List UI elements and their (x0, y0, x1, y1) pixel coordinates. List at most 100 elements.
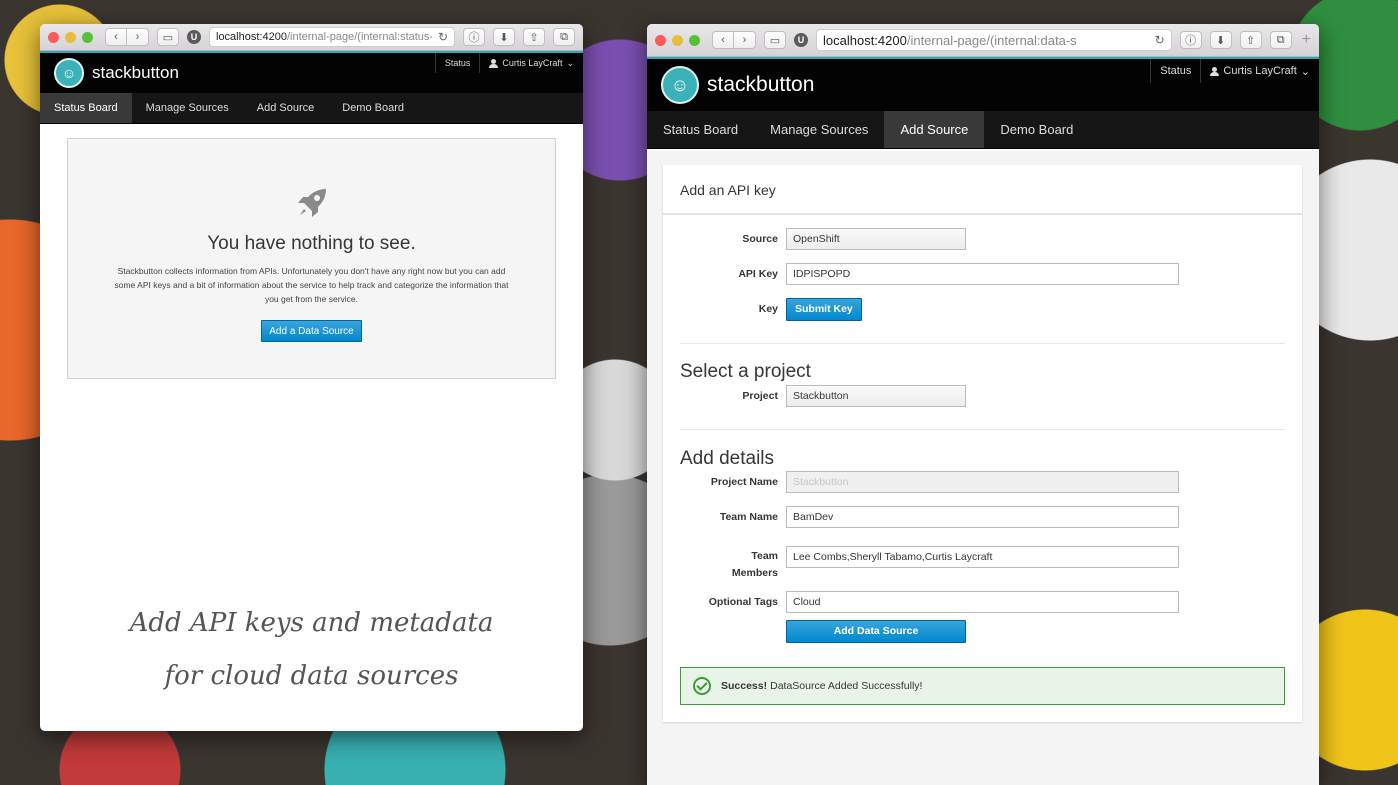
chevron-down-icon: ⌄ (566, 57, 574, 68)
project-label: Project (742, 390, 778, 402)
alert-text: Success! DataSource Added Successfully! (721, 680, 922, 692)
project-name-row: Project Name Stackbutton (663, 471, 1302, 493)
close-window-button[interactable] (655, 34, 666, 46)
url-path: /internal-page/(internal:status- (286, 31, 432, 43)
address-bar[interactable]: localhost:4200/internal-page/(internal:s… (209, 27, 455, 47)
share-icon[interactable]: ⇧ (523, 28, 545, 46)
divider (680, 429, 1285, 430)
sidebar-toggle-icon[interactable]: ▭ (764, 31, 786, 49)
submit-key-button[interactable]: Submit Key (786, 297, 862, 321)
add-data-source-submit-button[interactable]: Add Data Source (786, 619, 966, 643)
share-icon[interactable]: ⇧ (1239, 31, 1262, 49)
caption-line-2: for cloud data sources (164, 661, 459, 691)
add-details-heading: Add details (680, 448, 775, 469)
success-alert: Success! DataSource Added Successfully! (680, 667, 1285, 705)
url-host: localhost:4200 (823, 32, 907, 48)
alert-strong: Success! (721, 680, 768, 692)
team-members-label: Team Members (663, 546, 778, 582)
sidebar-toggle-icon[interactable]: ▭ (157, 28, 179, 46)
brand[interactable]: ☺ stackbutton (647, 59, 814, 111)
new-tab-icon[interactable]: + (1302, 31, 1311, 49)
status-link[interactable]: Status (434, 53, 480, 73)
team-name-label: Team Name (719, 511, 778, 523)
main-nav: Status Board Manage Sources Add Source D… (40, 93, 583, 124)
main-content: Add an API key Source OpenShift API Key … (647, 151, 1319, 785)
nav-add-source[interactable]: Add Source (884, 111, 985, 148)
stackbutton-logo: ☺ (54, 58, 84, 88)
alert-message: DataSource Added Successfully! (770, 680, 923, 692)
brand-name: stackbutton (92, 63, 179, 82)
rocket-icon (297, 189, 326, 217)
tags-row: Optional Tags Cloud (663, 591, 1302, 613)
url-host: localhost:4200 (216, 31, 287, 43)
api-key-input[interactable]: IDPISPOPD (786, 263, 1179, 285)
project-name-input: Stackbutton (786, 471, 1179, 493)
extension-icon[interactable]: U (794, 33, 808, 47)
url-path: /internal-page/(internal:data-s (906, 32, 1077, 48)
nav-demo-board[interactable]: Demo Board (984, 111, 1089, 148)
empty-state-description: Stackbutton collects information from AP… (114, 266, 509, 304)
project-select[interactable]: Stackbutton (786, 385, 966, 407)
project-name-label: Project Name (710, 476, 778, 488)
tabs-icon[interactable]: ⧉ (553, 28, 575, 46)
user-menu[interactable]: Curtis LayCraft ⌄ (479, 53, 583, 73)
info-icon[interactable]: ⓘ (1179, 31, 1202, 49)
caption-line-1: Add API keys and metadata (129, 608, 494, 638)
browser-window-left: ‹ › ▭ U localhost:4200/internal-page/(in… (40, 24, 583, 731)
user-name: Curtis LayCraft (1223, 65, 1297, 77)
user-name: Curtis LayCraft (502, 58, 563, 68)
nav-manage-sources[interactable]: Manage Sources (754, 111, 884, 148)
browser-window-right: ‹ › ▭ U localhost:4200/internal-page/(in… (647, 24, 1319, 785)
nav-status-board[interactable]: Status Board (40, 93, 132, 123)
divider (680, 343, 1285, 344)
minimize-window-button[interactable] (672, 34, 683, 46)
browser-toolbar: ‹ › ▭ U localhost:4200/internal-page/(in… (40, 24, 583, 51)
add-data-source-button[interactable]: Add a Data Source (261, 320, 362, 342)
info-icon[interactable]: ⓘ (463, 28, 485, 46)
check-circle-icon (693, 677, 711, 695)
tabs-icon[interactable]: ⧉ (1269, 31, 1292, 49)
utility-menu: Status Curtis LayCraft ⌄ (1150, 59, 1319, 83)
zoom-window-button[interactable] (82, 31, 93, 43)
nav-demo-board[interactable]: Demo Board (328, 93, 418, 123)
reload-icon[interactable]: ↻ (438, 30, 448, 44)
forward-button[interactable]: › (127, 28, 149, 46)
minimize-window-button[interactable] (65, 31, 76, 43)
reload-icon[interactable]: ↻ (1155, 33, 1165, 47)
status-link[interactable]: Status (1150, 59, 1200, 83)
zoom-window-button[interactable] (689, 34, 700, 46)
project-row: Project Stackbutton (663, 385, 1302, 407)
nav-manage-sources[interactable]: Manage Sources (132, 93, 243, 123)
app-header: ☺ stackbutton Status Curtis LayCraft ⌄ (40, 51, 583, 93)
api-key-row: API Key IDPISPOPD (663, 263, 1302, 285)
api-key-label: API Key (738, 268, 778, 280)
team-members-input[interactable]: Lee Combs,Sheryll Tabamo,Curtis Laycraft (786, 546, 1179, 568)
extension-icon[interactable]: U (187, 30, 201, 44)
team-members-label-line-1: Team (751, 550, 778, 562)
address-bar[interactable]: localhost:4200/internal-page/(internal:d… (816, 29, 1172, 51)
team-name-row: Team Name BamDev (663, 506, 1302, 528)
select-project-heading: Select a project (680, 361, 811, 382)
key-label: Key (758, 303, 778, 315)
empty-state-card: You have nothing to see. Stackbutton col… (67, 138, 556, 379)
window-controls (48, 31, 93, 43)
download-icon[interactable]: ⬇ (493, 28, 515, 46)
stackbutton-logo: ☺ (661, 66, 699, 104)
brand[interactable]: ☺ stackbutton (40, 53, 179, 93)
user-menu[interactable]: Curtis LayCraft ⌄ (1200, 59, 1319, 83)
close-window-button[interactable] (48, 31, 59, 43)
nav-status-board[interactable]: Status Board (647, 111, 754, 148)
user-icon (1210, 66, 1220, 76)
tags-input[interactable]: Cloud (786, 591, 1179, 613)
team-name-input[interactable]: BamDev (786, 506, 1179, 528)
chevron-down-icon: ⌄ (1300, 65, 1310, 78)
team-members-label-line-2: Members (731, 567, 778, 579)
forward-button[interactable]: › (734, 31, 756, 49)
brand-name: stackbutton (707, 73, 815, 96)
empty-state-title: You have nothing to see. (207, 233, 416, 254)
back-button[interactable]: ‹ (712, 31, 734, 49)
nav-add-source[interactable]: Add Source (243, 93, 328, 123)
download-icon[interactable]: ⬇ (1209, 31, 1232, 49)
source-select[interactable]: OpenShift (786, 228, 966, 250)
back-button[interactable]: ‹ (105, 28, 127, 46)
